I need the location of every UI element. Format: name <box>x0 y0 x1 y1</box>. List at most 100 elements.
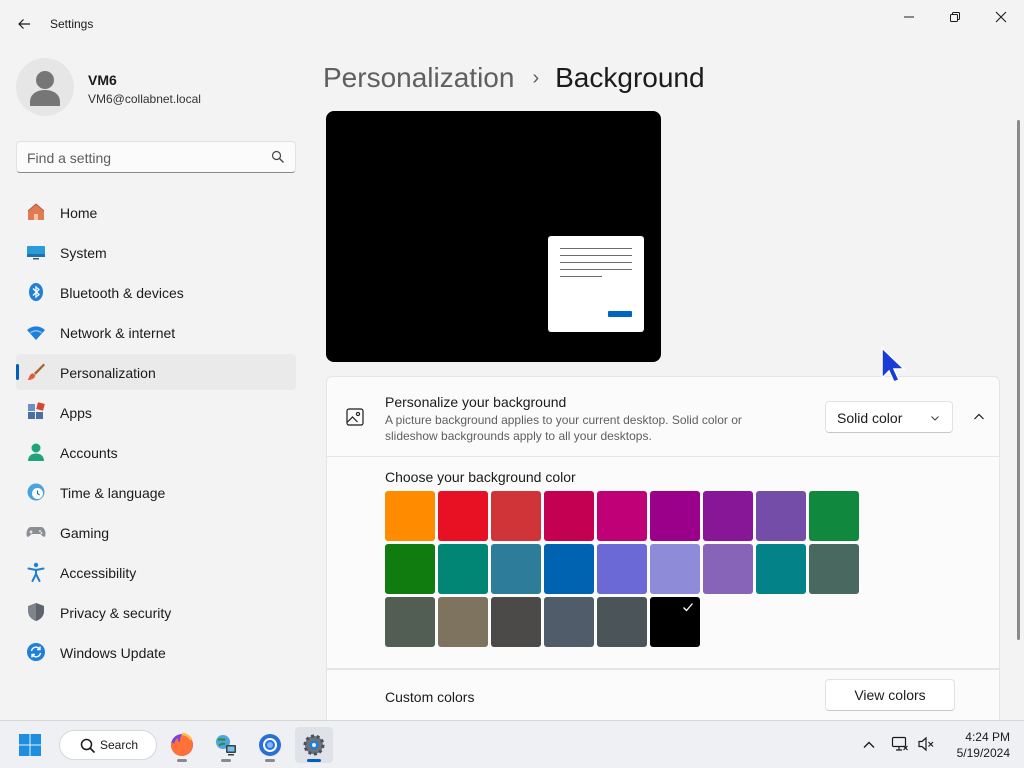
color-swatch[interactable] <box>597 491 647 541</box>
breadcrumb-separator: › <box>532 66 540 89</box>
picture-icon <box>346 408 364 426</box>
network-status-icon[interactable] <box>891 735 909 753</box>
color-swatch[interactable] <box>438 597 488 647</box>
dropdown-selected-value: Solid color <box>837 410 903 426</box>
sidebar-item-accounts[interactable]: Accounts <box>16 434 296 470</box>
sidebar-item-accessibility[interactable]: Accessibility <box>16 554 296 590</box>
running-indicator <box>265 759 275 762</box>
user-name: VM6 <box>88 72 117 88</box>
back-button[interactable] <box>10 10 38 38</box>
taskbar-search[interactable]: Search <box>59 730 157 760</box>
search-icon <box>271 150 284 163</box>
sidebar-item-personalization[interactable]: Personalization <box>16 354 296 390</box>
preview-line <box>560 269 632 270</box>
restore-button[interactable] <box>932 4 978 30</box>
background-color-card: Choose your background color <box>326 456 1000 669</box>
chrome-icon <box>259 734 281 756</box>
volume-muted-icon[interactable] <box>917 735 935 753</box>
sidebar-item-gaming[interactable]: Gaming <box>16 514 296 550</box>
color-swatch[interactable] <box>491 544 541 594</box>
color-swatch[interactable] <box>385 544 435 594</box>
home-icon <box>26 202 46 222</box>
person-icon <box>26 442 46 462</box>
color-swatch[interactable] <box>650 491 700 541</box>
chevron-up-icon <box>974 413 984 420</box>
sidebar-item-label: Gaming <box>60 525 110 541</box>
minimize-button[interactable] <box>886 4 932 30</box>
person-silhouette-icon <box>30 71 60 106</box>
color-swatch[interactable] <box>650 597 700 647</box>
sidebar-item-system[interactable]: System <box>16 234 296 270</box>
color-swatch[interactable] <box>491 597 541 647</box>
system-clock[interactable]: 4:24 PM 5/19/2024 <box>940 729 1010 761</box>
taskbar-app-network[interactable] <box>207 727 245 763</box>
preview-line <box>560 262 632 263</box>
display-icon <box>26 242 46 262</box>
sidebar-item-label: Network & internet <box>60 325 176 341</box>
chevron-up-icon[interactable] <box>862 738 876 752</box>
color-swatch[interactable] <box>438 544 488 594</box>
scrollbar[interactable] <box>1017 120 1020 640</box>
breadcrumb-parent[interactable]: Personalization <box>323 62 514 94</box>
sidebar-item-label: Privacy & security <box>60 605 172 621</box>
gamepad-icon <box>26 522 46 542</box>
apps-icon <box>26 402 46 422</box>
background-setting-description: A picture background applies to your cur… <box>385 413 742 443</box>
sidebar-item-label: Personalization <box>60 365 156 381</box>
background-setting-title: Personalize your background <box>385 394 567 410</box>
color-swatch[interactable] <box>491 491 541 541</box>
color-swatch[interactable] <box>597 544 647 594</box>
sidebar-item-label: Apps <box>60 405 92 421</box>
view-colors-button[interactable]: View colors <box>825 679 955 711</box>
color-swatch[interactable] <box>756 544 806 594</box>
close-button[interactable] <box>978 4 1024 30</box>
page-title: Background <box>555 62 705 93</box>
avatar <box>16 58 74 116</box>
update-icon <box>26 642 46 662</box>
taskbar-app-firefox[interactable] <box>163 727 201 763</box>
color-picker-title: Choose your background color <box>385 469 576 485</box>
color-swatch[interactable] <box>544 491 594 541</box>
color-swatch[interactable] <box>544 544 594 594</box>
color-swatch[interactable] <box>650 544 700 594</box>
start-button[interactable] <box>18 733 42 762</box>
color-swatch[interactable] <box>385 491 435 541</box>
preview-line <box>560 248 632 249</box>
background-type-dropdown[interactable]: Solid color <box>825 401 953 433</box>
back-arrow-icon <box>18 19 30 29</box>
sidebar-item-home[interactable]: Home <box>16 194 296 230</box>
color-swatch[interactable] <box>438 491 488 541</box>
clock-globe-icon <box>26 482 46 502</box>
sidebar-item-apps[interactable]: Apps <box>16 394 296 430</box>
preview-window <box>548 236 644 332</box>
sidebar-item-privacy-security[interactable]: Privacy & security <box>16 594 296 630</box>
taskbar-search-label: Search <box>100 738 139 752</box>
settings-search[interactable] <box>16 141 296 173</box>
search-input[interactable] <box>27 148 267 168</box>
color-swatch[interactable] <box>809 491 859 541</box>
color-swatch[interactable] <box>703 544 753 594</box>
accessibility-icon <box>26 562 46 582</box>
preview-line <box>560 276 602 277</box>
color-swatch[interactable] <box>544 597 594 647</box>
color-swatch[interactable] <box>809 544 859 594</box>
color-swatch[interactable] <box>385 597 435 647</box>
collapse-button[interactable] <box>963 401 995 433</box>
checkmark-icon <box>683 603 693 612</box>
taskbar-app-chrome[interactable] <box>251 727 289 763</box>
sidebar-item-network[interactable]: Network & internet <box>16 314 296 350</box>
sidebar-item-windows-update[interactable]: Windows Update <box>16 634 296 670</box>
color-swatch[interactable] <box>597 597 647 647</box>
minimize-icon <box>904 16 914 18</box>
network-globe-icon <box>216 735 236 756</box>
sidebar-item-bluetooth[interactable]: Bluetooth & devices <box>16 274 296 310</box>
color-swatch[interactable] <box>756 491 806 541</box>
taskbar-app-settings[interactable] <box>295 727 333 763</box>
color-swatch[interactable] <box>703 491 753 541</box>
user-profile[interactable]: VM6 VM6@collabnet.local <box>16 58 296 118</box>
sidebar-item-time-language[interactable]: Time & language <box>16 474 296 510</box>
running-indicator <box>177 759 187 762</box>
preview-button <box>608 311 632 317</box>
bluetooth-icon <box>26 282 46 302</box>
sidebar-item-label: Accounts <box>60 445 118 461</box>
